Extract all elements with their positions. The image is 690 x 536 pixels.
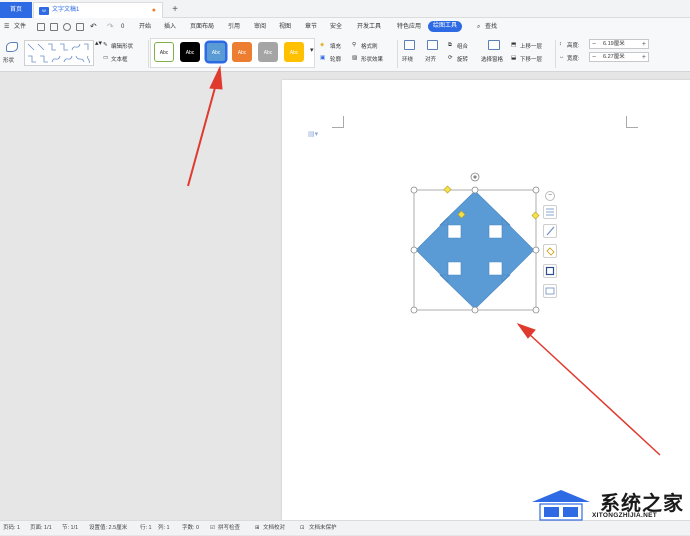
quad-arrow-shape[interactable]: [415, 190, 535, 310]
annotation-arrow-head: [209, 65, 223, 90]
annotation-arrow-line: [187, 83, 217, 187]
pen-icon: [546, 226, 555, 236]
status-pages: 页面: 1/1: [30, 525, 52, 531]
adjust-handle[interactable]: [531, 211, 540, 220]
resize-handle-nw[interactable]: [410, 186, 418, 194]
protect-status[interactable]: 文档未保护: [309, 521, 337, 536]
status-bar: 页码: 1 页面: 1/1 节: 1/1 设置值: 2.5厘米 行: 1 列: …: [0, 520, 690, 535]
rotate-handle-dot: [473, 175, 477, 179]
status-row: 行: 1: [140, 525, 152, 531]
more-options-button[interactable]: [543, 284, 557, 298]
shape-outline-button[interactable]: [543, 264, 557, 278]
watermark-logo: [532, 490, 590, 521]
fill-bucket-icon: [546, 247, 555, 256]
spell-check-icon[interactable]: ☑: [210, 521, 215, 536]
adjust-handle[interactable]: [443, 185, 452, 194]
canvas-overlay: [187, 65, 661, 456]
proofread-icon[interactable]: ⊞: [255, 521, 260, 536]
status-section: 节: 1/1: [62, 525, 79, 531]
spell-check-button[interactable]: 拼写检查: [218, 521, 240, 536]
protect-icon[interactable]: ⊡: [300, 521, 305, 536]
square-outline-icon: [545, 266, 555, 276]
status-word-count[interactable]: 字数: 0: [182, 521, 199, 536]
annotation-arrow-head: [516, 323, 536, 339]
resize-handle-e[interactable]: [532, 246, 540, 254]
annotation-arrow-line: [527, 332, 661, 456]
collapse-icon[interactable]: −: [545, 191, 555, 201]
proofread-button[interactable]: 文档校对: [263, 521, 285, 536]
status-page-number: 页码: 1: [3, 525, 21, 531]
image-options-icon: [545, 287, 555, 295]
resize-handle-n[interactable]: [471, 186, 479, 194]
layout-icon: [546, 208, 554, 216]
resize-handle-s[interactable]: [471, 306, 479, 314]
outline-pen-button[interactable]: [543, 224, 557, 238]
layout-options-button[interactable]: [543, 205, 557, 219]
resize-handle-ne[interactable]: [532, 186, 540, 194]
status-setting-value: 设置值: 2.5厘米: [89, 525, 128, 531]
resize-handle-sw[interactable]: [410, 306, 418, 314]
resize-handle-w[interactable]: [410, 246, 418, 254]
watermark-url: XITONGZHIJIA.NET: [592, 512, 657, 519]
fill-bucket-button[interactable]: [543, 244, 557, 258]
resize-handle-se[interactable]: [532, 306, 540, 314]
status-column: 列: 1: [158, 525, 170, 531]
